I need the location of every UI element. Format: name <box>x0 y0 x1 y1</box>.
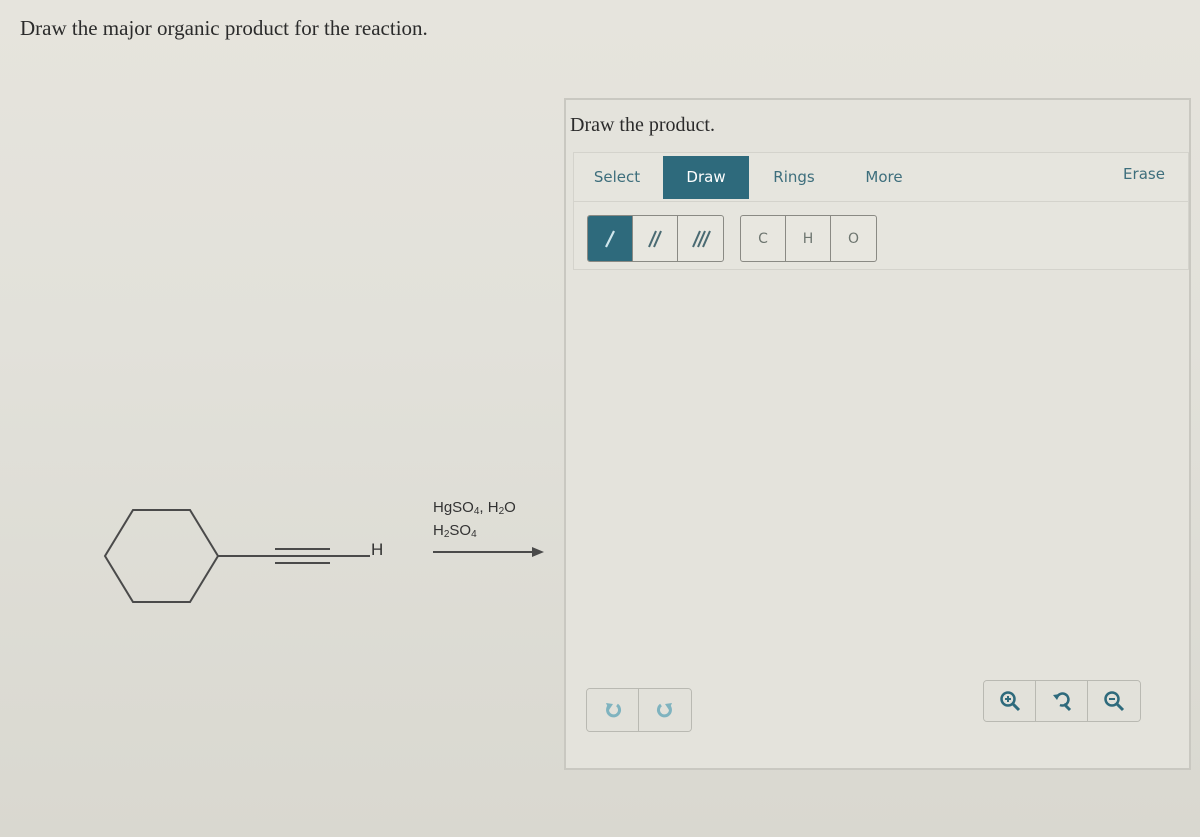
redo-icon <box>656 703 672 718</box>
tab-more[interactable]: More <box>854 156 914 199</box>
zoom-in-icon <box>999 691 1020 712</box>
zoom-out-button[interactable] <box>1088 681 1140 721</box>
double-bond-icon <box>648 230 662 247</box>
reset-zoom-icon <box>1052 692 1071 712</box>
reagents-line-2: H2SO4 <box>433 522 477 540</box>
single-bond-button[interactable] <box>588 216 633 261</box>
atom-h-button[interactable]: H <box>786 216 831 261</box>
redo-button[interactable] <box>639 689 691 731</box>
reset-zoom-button[interactable] <box>1036 681 1088 721</box>
undo-button[interactable] <box>587 689 639 731</box>
tab-draw[interactable]: Draw <box>663 156 749 199</box>
single-bond-icon <box>605 230 615 247</box>
tab-select[interactable]: Select <box>586 156 648 199</box>
erase-button[interactable]: Erase <box>1114 153 1174 196</box>
double-bond-button[interactable] <box>633 216 678 261</box>
drawing-editor: Draw the product. Select Draw Rings More… <box>564 98 1191 770</box>
tab-rings[interactable]: Rings <box>764 156 824 199</box>
atom-c-button[interactable]: C <box>741 216 786 261</box>
tool-tabs: Select Draw Rings More Erase <box>574 153 1188 202</box>
zoom-out-icon <box>1104 691 1125 712</box>
triple-bond <box>275 548 330 564</box>
editor-title: Draw the product. <box>570 114 715 136</box>
editor-toolbar: Select Draw Rings More Erase C H O <box>573 152 1189 270</box>
triple-bond-icon <box>691 230 711 247</box>
hydrogen-label: H <box>371 540 384 559</box>
atom-o-button[interactable]: O <box>831 216 876 261</box>
bond-tools <box>587 215 724 262</box>
zoom-in-button[interactable] <box>984 681 1036 721</box>
cyclohexane-ring <box>103 509 220 603</box>
reaction-scheme: H HgSO4, H2O H2SO4 <box>100 490 560 620</box>
reagents-line-1: HgSO4, H2O <box>433 499 516 517</box>
arrow-head <box>532 547 544 557</box>
atom-tools: C H O <box>740 215 877 262</box>
triple-bond-button[interactable] <box>678 216 723 261</box>
history-tools <box>586 688 692 732</box>
question-prompt: Draw the major organic product for the r… <box>20 16 428 40</box>
zoom-tools <box>983 680 1141 722</box>
reagents: HgSO4, H2O H2SO4 <box>433 498 516 544</box>
undo-icon <box>605 703 621 718</box>
